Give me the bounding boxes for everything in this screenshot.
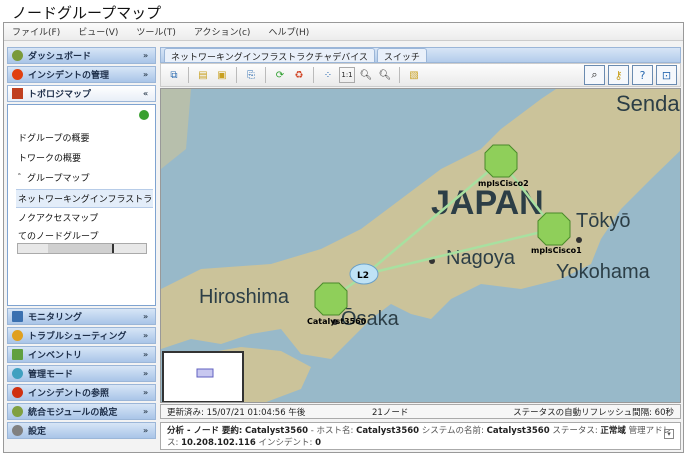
refresh-interval: ステータスの自動リフレッシュ間隔: 60秒 bbox=[513, 407, 674, 418]
sidebar-item-settings[interactable]: 設定» bbox=[7, 422, 156, 439]
status-bar: 更新済み: 15/07/21 01:04:56 午後 21ノード ステータスの自… bbox=[160, 404, 681, 419]
flame-icon bbox=[12, 69, 23, 80]
chevron-down-icon: » bbox=[143, 426, 149, 435]
search-icon[interactable]: ⌕ bbox=[584, 65, 605, 85]
chevron-down-icon: » bbox=[143, 70, 149, 79]
chevron-down-icon: » bbox=[143, 312, 149, 321]
integration-icon bbox=[12, 406, 23, 417]
menu-bar: ファイル(F) ビュー(V) ツール(T) アクション(c) ヘルプ(H) bbox=[4, 23, 683, 41]
switch-node-icon bbox=[314, 282, 348, 316]
background-image-icon[interactable]: ▧ bbox=[406, 67, 422, 83]
menu-tools[interactable]: ツール(T) bbox=[136, 25, 176, 38]
load-layout-icon[interactable]: ▣ bbox=[214, 67, 230, 83]
refresh-icon[interactable] bbox=[139, 110, 149, 120]
sidebar: ダッシュボード» インシデントの管理» トポロジマップ « ドグループの概要 トワ… bbox=[7, 47, 156, 451]
monitor-icon bbox=[12, 311, 23, 322]
map-label-japan: JAPAN bbox=[431, 184, 544, 222]
svg-text:Catalyst3560: Catalyst3560 bbox=[307, 317, 367, 326]
menu-help[interactable]: ヘルプ(H) bbox=[268, 25, 309, 38]
reset-icon[interactable]: ♻ bbox=[291, 67, 307, 83]
horizontal-scrollbar[interactable] bbox=[17, 243, 147, 254]
fit-icon[interactable]: ⁘ bbox=[320, 67, 336, 83]
topology-icon bbox=[12, 88, 23, 99]
map-label-nagoya: Nagoya bbox=[446, 247, 516, 269]
scrollbar-thumb[interactable] bbox=[48, 244, 114, 253]
list-item[interactable]: ドグループの概要 bbox=[18, 131, 155, 144]
toolbar: ⧉ ▤ ▣ ⎘ ⟳ ♻ ⁘ 1:1 🔍︎ 🔍︎ ▧ ⌕ ⚷ ? ⊡ bbox=[160, 63, 681, 87]
main-panel: ネットワーキングインフラストラクチャデバイス スイッチ ⧉ ▤ ▣ ⎘ ⟳ ♻ … bbox=[160, 47, 681, 451]
chevron-down-icon: » bbox=[143, 350, 149, 359]
breadcrumb-tabs: ネットワーキングインフラストラクチャデバイス スイッチ bbox=[160, 47, 681, 63]
menu-view[interactable]: ビュー(V) bbox=[78, 25, 118, 38]
overview-minimap[interactable] bbox=[162, 351, 244, 402]
actual-size-icon[interactable]: 1:1 bbox=[339, 67, 355, 83]
map-label-hiroshima: Hiroshima bbox=[199, 286, 290, 308]
sidebar-item-incident-management[interactable]: インシデントの管理» bbox=[7, 66, 156, 83]
copy-icon[interactable]: ⎘ bbox=[243, 67, 259, 83]
wrench-icon bbox=[12, 425, 23, 436]
switch-node-icon bbox=[484, 144, 518, 178]
zoom-in-icon[interactable]: 🔍︎ bbox=[377, 67, 393, 83]
incident-browse-icon bbox=[12, 387, 23, 398]
svg-text:mplsCisco2: mplsCisco2 bbox=[478, 179, 529, 188]
gauge-icon bbox=[12, 50, 23, 61]
chevron-down-icon: » bbox=[143, 369, 149, 378]
help-icon[interactable]: ? bbox=[632, 65, 653, 85]
save-layout-icon[interactable]: ▤ bbox=[195, 67, 211, 83]
list-item[interactable]: ゛グループマップ bbox=[18, 171, 155, 184]
sidebar-item-integration[interactable]: 統合モジュールの設定» bbox=[7, 403, 156, 420]
page-title: ノードグループマップ bbox=[12, 4, 162, 22]
sidebar-item-inventory[interactable]: インベントリ» bbox=[7, 346, 156, 363]
tab-switch[interactable]: スイッチ bbox=[376, 48, 427, 63]
chevron-down-icon: » bbox=[143, 407, 149, 416]
open-view-icon[interactable]: ⧉ bbox=[166, 67, 182, 83]
sidebar-item-monitoring[interactable]: モニタリング» bbox=[7, 308, 156, 325]
inventory-icon bbox=[12, 349, 23, 360]
land-korea bbox=[161, 89, 191, 169]
list-item[interactable]: トワークの概要 bbox=[18, 151, 155, 164]
sidebar-item-admin-mode[interactable]: 管理モード» bbox=[7, 365, 156, 382]
chevron-down-icon: » bbox=[143, 331, 149, 340]
sidebar-item-topology-maps[interactable]: トポロジマップ « bbox=[7, 85, 156, 102]
svg-text:L2: L2 bbox=[357, 271, 369, 281]
refresh-icon[interactable]: ⟳ bbox=[272, 67, 288, 83]
sidebar-item-dashboard[interactable]: ダッシュボード» bbox=[7, 47, 156, 64]
key-icon[interactable]: ⚷ bbox=[608, 65, 629, 85]
node-count: 21ノード bbox=[372, 407, 409, 418]
chevron-down-icon: » bbox=[143, 51, 149, 60]
menu-file[interactable]: ファイル(F) bbox=[12, 25, 60, 38]
chevron-up-icon: « bbox=[143, 89, 149, 98]
list-item[interactable]: てのノードグループ bbox=[18, 229, 155, 242]
warning-icon bbox=[12, 330, 23, 341]
list-item[interactable]: ノクアクセスマップ bbox=[18, 211, 155, 224]
menu-actions[interactable]: アクション(c) bbox=[194, 25, 251, 38]
map-label-tokyo: Tōkyō bbox=[576, 210, 630, 232]
tab-infrastructure-devices[interactable]: ネットワーキングインフラストラクチャデバイス bbox=[164, 48, 375, 63]
sidebar-item-incident-browsing[interactable]: インシデントの参照» bbox=[7, 384, 156, 401]
topology-panel: ドグループの概要 トワークの概要 ゛グループマップ ネットワーキングインフラスト… bbox=[7, 104, 156, 306]
last-updated: 更新済み: 15/07/21 01:04:56 午後 bbox=[167, 407, 306, 418]
switch-node-icon bbox=[537, 212, 571, 246]
chevron-down-icon: » bbox=[143, 388, 149, 397]
expand-icon[interactable]: ▾ bbox=[664, 429, 674, 439]
list-item-selected[interactable]: ネットワーキングインフラストラクチャ bbox=[16, 189, 153, 208]
cloud-node-l2[interactable]: L2 bbox=[349, 263, 379, 285]
analysis-pane: 分析 - ノード 要約: Catalyst3560 - ホスト名: Cataly… bbox=[160, 422, 681, 450]
sidebar-item-troubleshooting[interactable]: トラブルシューティング» bbox=[7, 327, 156, 344]
map-label-sendai: Sendai bbox=[616, 91, 681, 116]
topology-map[interactable]: Sendai JAPAN Tōkyō Yokohama Nagoya Ōsaka… bbox=[160, 88, 681, 403]
find-node-icon[interactable]: ⊡ bbox=[656, 65, 677, 85]
admin-mode-icon bbox=[12, 368, 23, 379]
city-dot bbox=[576, 237, 582, 243]
map-label-yokohama: Yokohama bbox=[556, 261, 651, 283]
zoom-out-icon[interactable]: 🔍︎ bbox=[358, 67, 374, 83]
svg-text:mplsCisco1: mplsCisco1 bbox=[531, 246, 582, 255]
